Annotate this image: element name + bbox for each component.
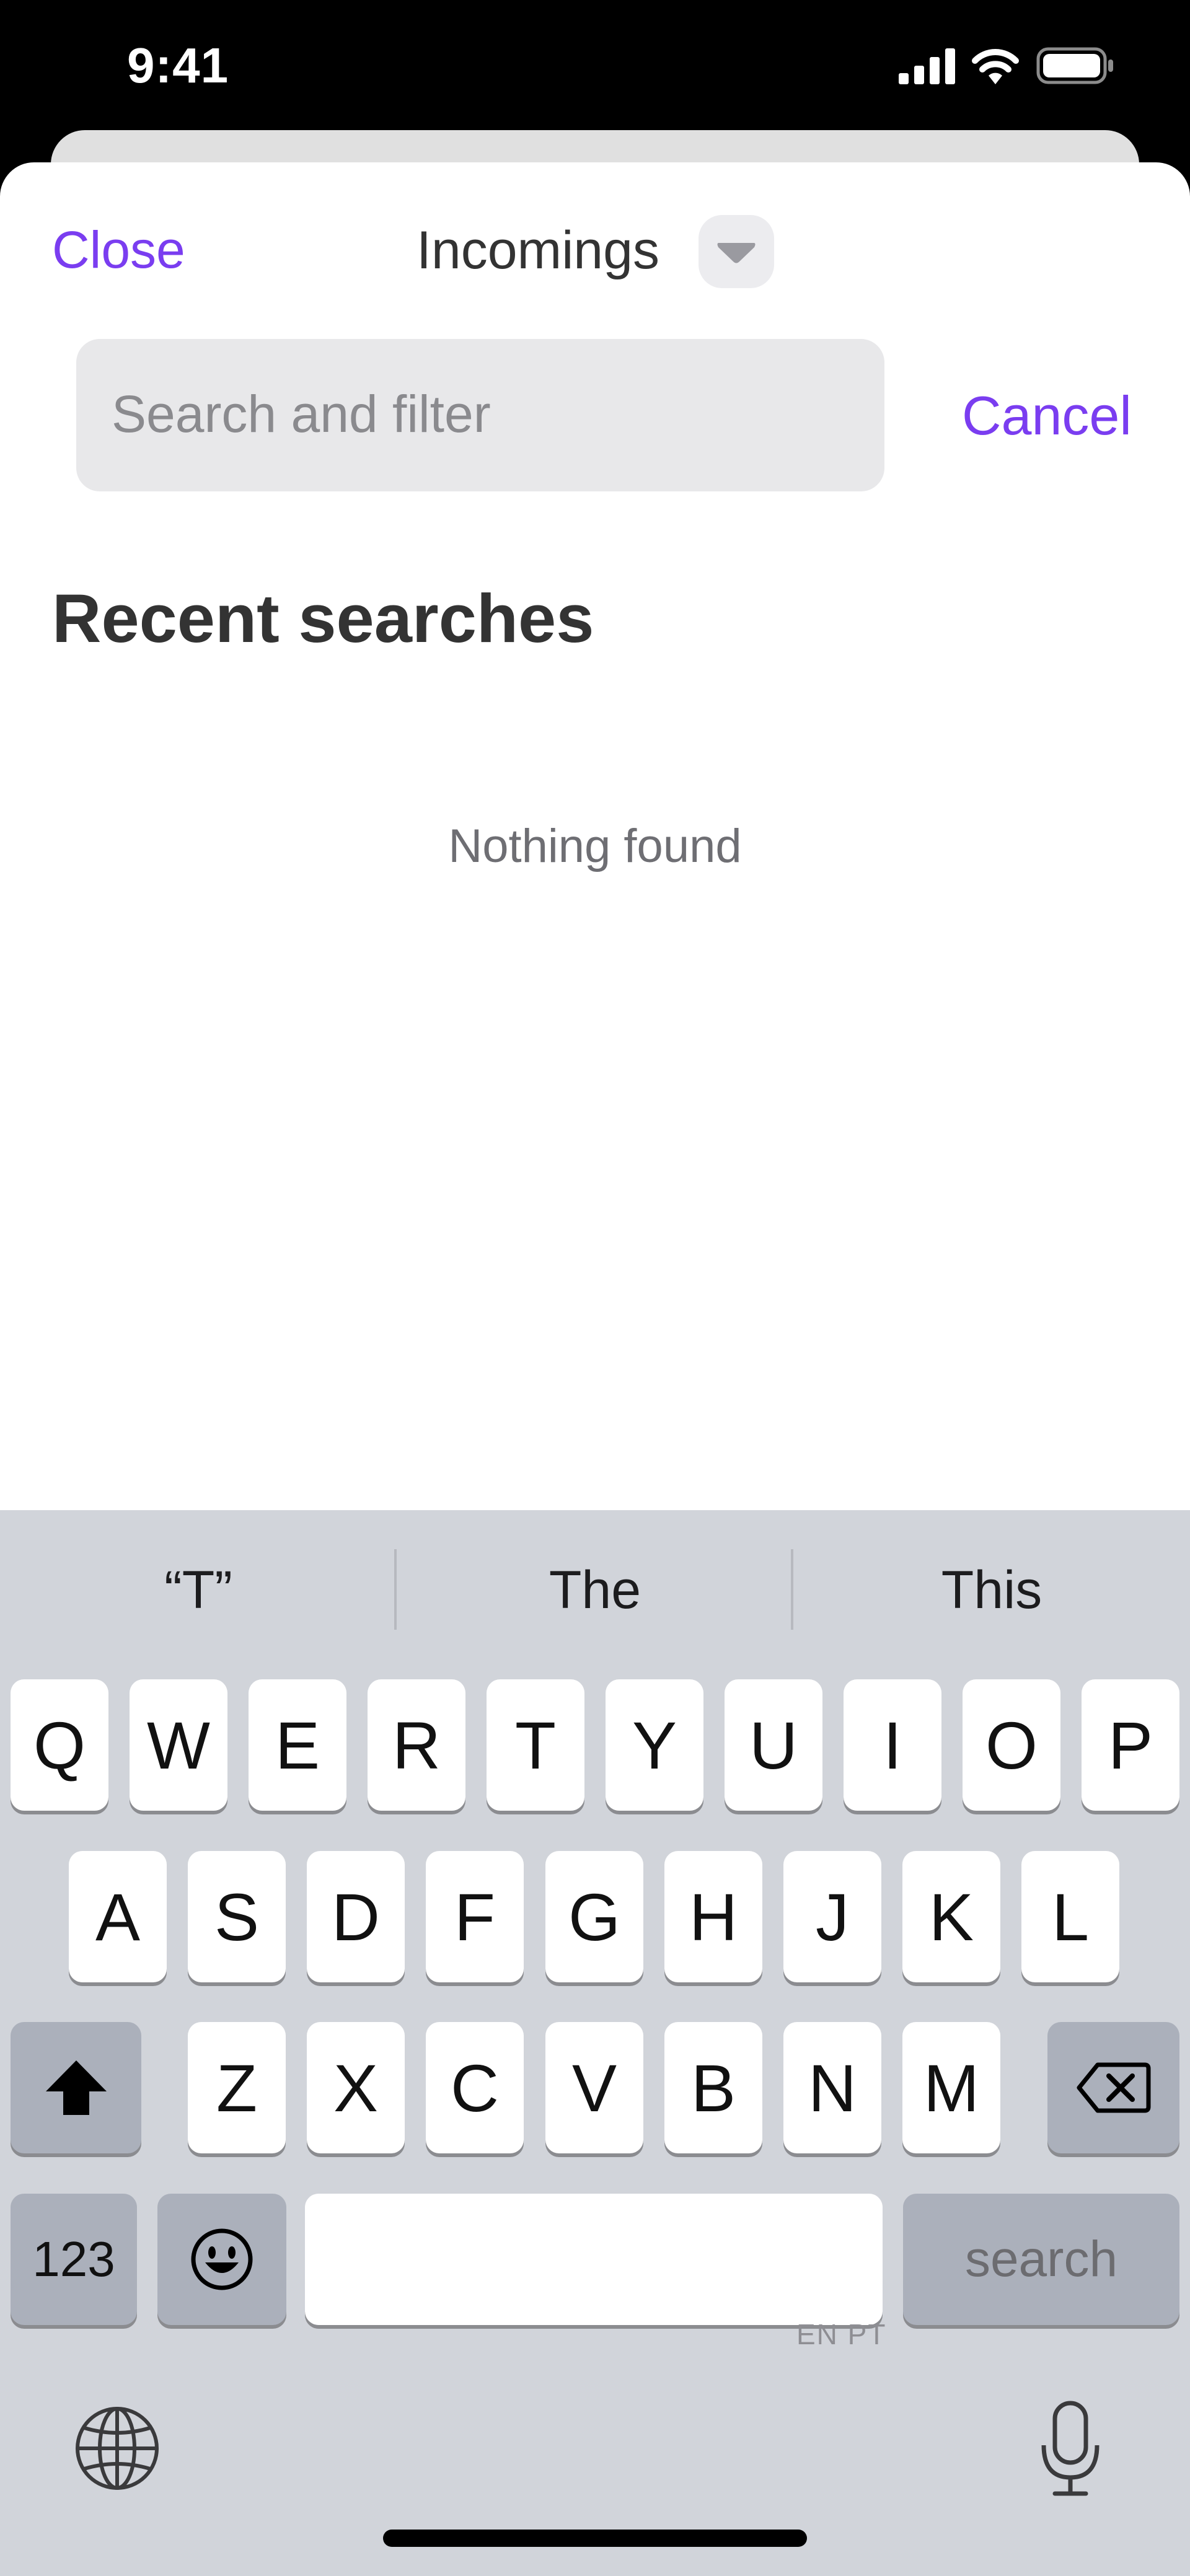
key-e[interactable]: E (249, 1679, 346, 1811)
search-placeholder: Search and filter (112, 385, 491, 443)
key-p[interactable]: P (1082, 1679, 1179, 1811)
suggestion-divider (394, 1549, 397, 1630)
key-j[interactable]: J (783, 1851, 881, 1982)
key-l[interactable]: L (1021, 1851, 1119, 1982)
status-time: 9:41 (127, 38, 229, 93)
microphone-icon[interactable] (1036, 2399, 1104, 2499)
backspace-icon (1077, 2062, 1150, 2113)
empty-state-text: Nothing found (448, 820, 742, 873)
chevron-down-icon (717, 243, 756, 263)
recent-searches-title: Recent searches (52, 581, 594, 657)
key-b[interactable]: B (664, 2022, 762, 2153)
cancel-button[interactable]: Cancel (962, 384, 1132, 447)
suggestion-2[interactable]: The (403, 1560, 787, 1621)
key-s[interactable]: S (188, 1851, 286, 1982)
key-c[interactable]: C (426, 2022, 524, 2153)
suggestion-1[interactable]: “T” (6, 1560, 390, 1621)
search-key[interactable]: search (903, 2194, 1179, 2325)
space-language-label: EN PT (796, 2318, 887, 2350)
key-a[interactable]: A (69, 1851, 167, 1982)
key-k[interactable]: K (902, 1851, 1000, 1982)
key-r[interactable]: R (368, 1679, 465, 1811)
numbers-key[interactable]: 123 (11, 2194, 137, 2325)
key-v[interactable]: V (545, 2022, 643, 2153)
key-h[interactable]: H (664, 1851, 762, 1982)
key-y[interactable]: Y (606, 1679, 703, 1811)
incomings-title[interactable]: Incomings (416, 220, 659, 281)
key-n[interactable]: N (783, 2022, 881, 2153)
title-dropdown-button[interactable] (699, 215, 774, 288)
cellular-signal-icon (899, 48, 955, 84)
suggestion-divider (791, 1549, 793, 1630)
delete-key[interactable] (1047, 2022, 1179, 2153)
key-q[interactable]: Q (11, 1679, 108, 1811)
emoji-key[interactable] (157, 2194, 286, 2325)
key-w[interactable]: W (130, 1679, 227, 1811)
close-button[interactable]: Close (52, 220, 185, 280)
suggestion-3[interactable]: This (800, 1560, 1184, 1621)
wifi-icon (972, 49, 1019, 84)
home-indicator (383, 2530, 807, 2547)
key-g[interactable]: G (545, 1851, 643, 1982)
key-f[interactable]: F (426, 1851, 524, 1982)
emoji-icon (191, 2228, 253, 2290)
space-key[interactable] (305, 2194, 883, 2325)
key-d[interactable]: D (307, 1851, 405, 1982)
key-x[interactable]: X (307, 2022, 405, 2153)
key-u[interactable]: U (725, 1679, 822, 1811)
key-t[interactable]: T (487, 1679, 584, 1811)
battery-icon (1036, 47, 1113, 84)
globe-icon[interactable] (73, 2404, 161, 2492)
key-z[interactable]: Z (188, 2022, 286, 2153)
key-o[interactable]: O (963, 1679, 1060, 1811)
shift-arrow-icon (45, 2060, 107, 2115)
key-m[interactable]: M (902, 2022, 1000, 2153)
key-i[interactable]: I (844, 1679, 941, 1811)
shift-key[interactable] (11, 2022, 141, 2153)
